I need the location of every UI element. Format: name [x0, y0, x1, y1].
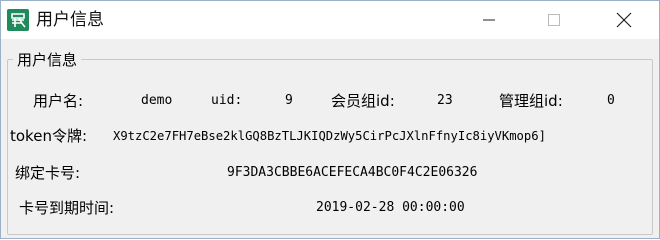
- bind-card-label: 绑定卡号:: [15, 164, 81, 182]
- username-value: demo: [141, 93, 173, 108]
- admin-group-label: 管理组id:: [499, 92, 563, 110]
- username-label: 用户名:: [33, 92, 84, 110]
- member-group-value: 23: [437, 93, 453, 108]
- app-logo-icon: [7, 9, 29, 31]
- admin-group-value: 0: [607, 93, 615, 108]
- uid-label: uid:: [211, 93, 243, 108]
- maximize-button[interactable]: [531, 1, 577, 39]
- close-icon: [616, 12, 632, 28]
- close-button[interactable]: [601, 1, 647, 39]
- uid-value: 9: [285, 93, 293, 108]
- title-bar[interactable]: 用户信息: [1, 1, 659, 39]
- group-title: 用户信息: [13, 50, 82, 70]
- user-info-window: 用户信息 用户信息 用户名: demo uid: 9 会员组id: 23 管理组…: [0, 0, 660, 239]
- minimize-button[interactable]: [466, 1, 512, 39]
- bind-card-value: 9F3DA3CBBE6ACEFECA4BC0F4C2E06326: [227, 165, 478, 180]
- member-group-label: 会员组id:: [331, 92, 395, 110]
- window-title: 用户信息: [36, 10, 104, 30]
- token-value: X9tzC2e7FH7eBse2klGQ8BzTLJKIQDzWy5CirPcJ…: [113, 129, 546, 143]
- expire-value: 2019-02-28 00:00:00: [316, 200, 465, 215]
- token-label: token令牌:: [10, 127, 87, 145]
- minimize-icon: [483, 19, 495, 21]
- maximize-icon: [548, 14, 560, 26]
- expire-label: 卡号到期时间:: [19, 199, 115, 217]
